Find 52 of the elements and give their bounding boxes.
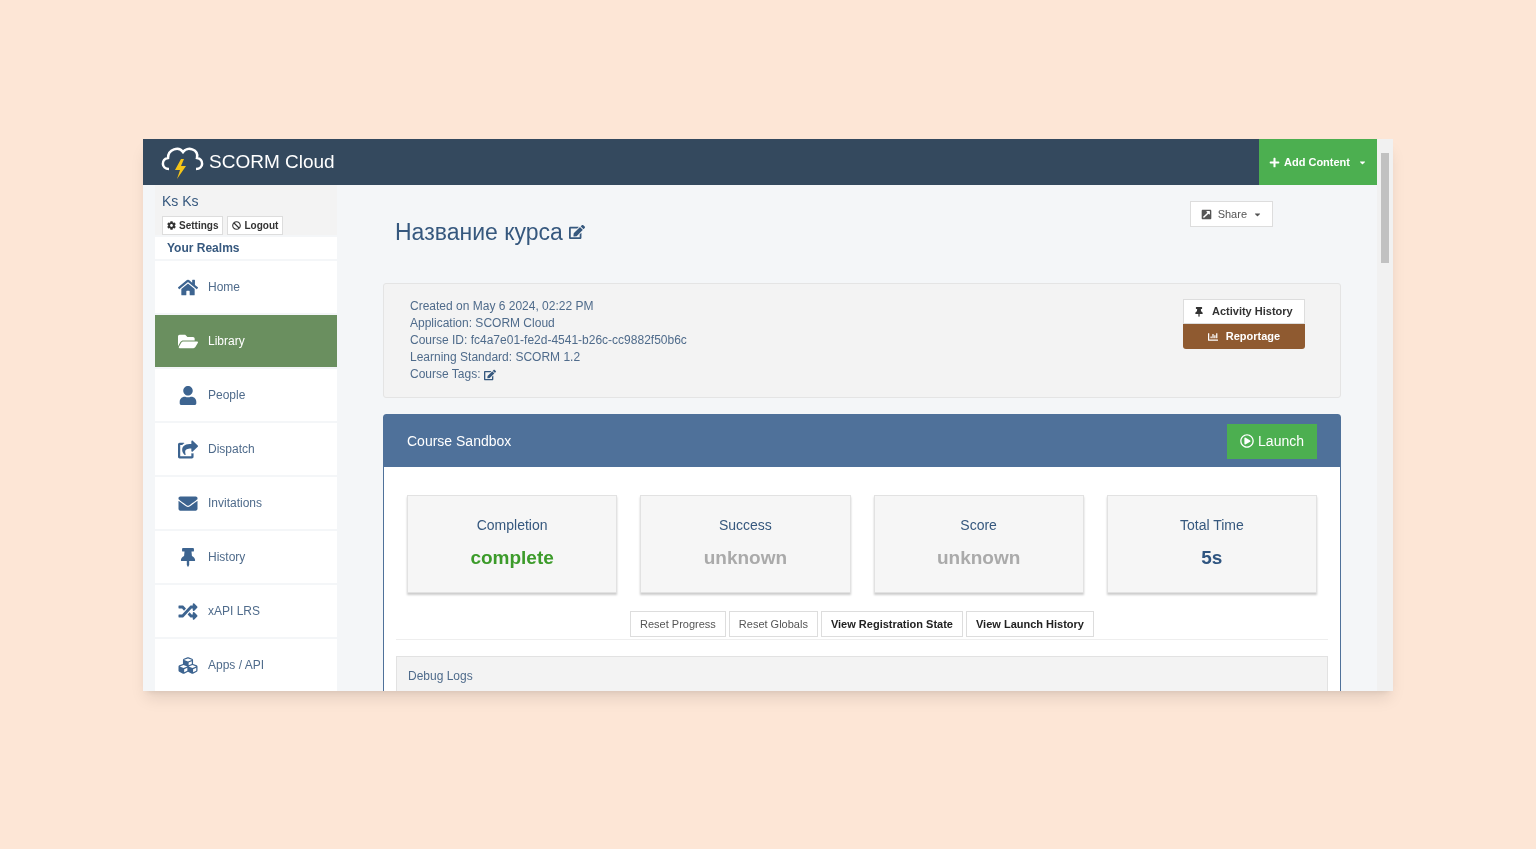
logo-text: SCORM Cloud: [209, 149, 335, 174]
sandbox-title: Course Sandbox: [407, 431, 512, 451]
share-arrow-icon: [178, 439, 198, 459]
detail-line: Course Tags:: [410, 366, 481, 383]
home-icon: [178, 277, 198, 297]
metric-value: unknown: [936, 546, 1021, 571]
sidebar-item[interactable]: Home: [155, 261, 337, 313]
action-button[interactable]: View Launch History: [966, 611, 1094, 637]
shuffle-icon: [178, 601, 198, 621]
pin-icon: [1194, 306, 1204, 317]
metric-label: Completion: [476, 516, 548, 536]
gear-icon: [167, 221, 176, 230]
sidebar-item[interactable]: History: [155, 531, 337, 583]
cubes-icon: [178, 655, 198, 675]
metric-value: 5s: [1201, 546, 1223, 571]
metric-value: complete: [470, 546, 554, 571]
envelope-icon: [178, 493, 198, 513]
block-icon: [232, 221, 242, 230]
debug-logs-bar[interactable]: Debug Logs: [396, 656, 1328, 691]
realms-heading: Your Realms: [155, 237, 337, 259]
plus-icon: [1269, 156, 1280, 168]
pin-icon: [178, 547, 198, 567]
metric-label: Success: [718, 516, 772, 536]
detail-line: Learning Standard: SCORM 1.2: [410, 349, 582, 366]
sidebar-item[interactable]: Apps / API: [155, 639, 337, 691]
metric-label: Score: [960, 516, 997, 536]
sidebar-item[interactable]: xAPI LRS: [155, 585, 337, 637]
action-button[interactable]: Reset Progress: [630, 611, 726, 637]
detail-line: Course ID: fc4a7e01-fe2d-4541-b26c-cc9882f50b6c: [410, 332, 687, 349]
activity-history-button[interactable]: Activity History: [1183, 299, 1305, 324]
play-icon: [1240, 434, 1255, 448]
edit-icon[interactable]: [484, 368, 497, 381]
course-title: Название курса: [395, 218, 563, 247]
person-icon: [178, 385, 198, 405]
logout-button[interactable]: Logout: [227, 216, 284, 235]
detail-line: Application: SCORM Cloud: [410, 315, 556, 332]
sidebar-item[interactable]: Dispatch: [155, 423, 337, 475]
share-icon: [1200, 208, 1212, 220]
bar-chart-icon: [1207, 331, 1218, 342]
detail-line: Created on May 6 2024, 02:22 PM: [410, 298, 595, 315]
user-name: Ks Ks: [162, 192, 200, 211]
settings-button[interactable]: Settings: [162, 216, 224, 235]
metric-value: unknown: [703, 546, 788, 571]
action-button[interactable]: View Registration State: [820, 611, 963, 637]
sidebar-item[interactable]: People: [155, 369, 337, 421]
reportage-button[interactable]: Reportage: [1183, 324, 1305, 349]
share-button[interactable]: Share: [1189, 201, 1273, 227]
edit-icon[interactable]: [568, 224, 585, 241]
action-button[interactable]: Reset Globals: [728, 611, 818, 637]
sidebar-item[interactable]: Library: [155, 315, 337, 367]
metric-label: Total Time: [1179, 516, 1244, 536]
sidebar-item[interactable]: Invitations: [155, 477, 337, 529]
